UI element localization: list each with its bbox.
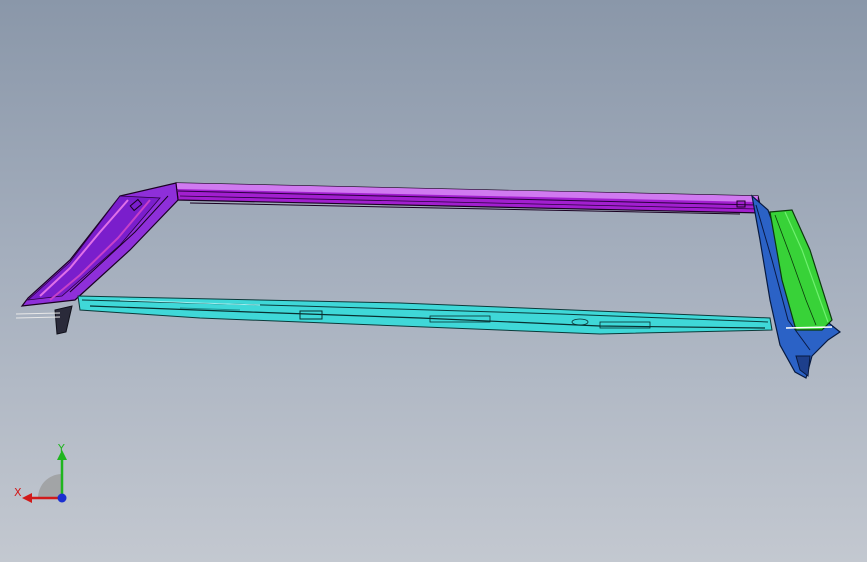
graphics-viewport[interactable]: Y X [0,0,867,562]
roof-header-rail[interactable] [175,182,763,215]
x-axis-arrow-icon [22,493,32,503]
x-axis-label: X [14,486,22,499]
cad-model[interactable] [0,0,867,562]
triad-plane-shading [38,474,62,498]
z-axis-dot-icon [57,493,67,503]
reference-triad: Y X [14,442,67,503]
y-axis-label: Y [57,442,65,455]
lower-cowl-rail[interactable] [77,295,773,335]
